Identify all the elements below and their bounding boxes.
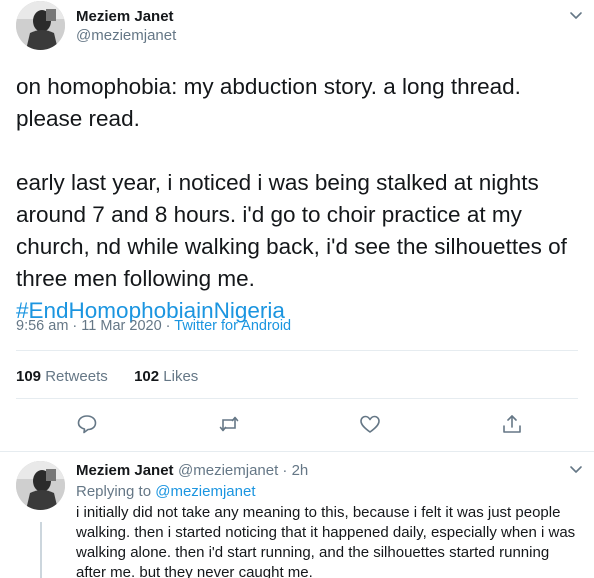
meta-separator: ·	[68, 318, 82, 334]
tweet-text-line	[16, 135, 586, 167]
likes-count: 102	[134, 368, 160, 385]
meta-separator: ·	[161, 318, 175, 334]
replying-prefix: Replying to	[76, 483, 156, 500]
divider	[16, 398, 578, 399]
reply-text: i initially did not take any meaning to …	[76, 503, 586, 578]
retweets-stat[interactable]: 109 Retweets	[16, 368, 108, 385]
author-name[interactable]: Meziem Janet	[76, 462, 174, 479]
reply-text-line: walking alone. then i'd start running, a…	[76, 544, 550, 561]
replying-to: Replying to @meziemjanet	[76, 483, 255, 500]
retweets-count: 109	[16, 368, 42, 385]
tweet-text-line: early last year, i noticed i was being s…	[16, 170, 539, 195]
reply-button[interactable]	[76, 413, 98, 435]
likes-stat[interactable]: 102 Likes	[134, 368, 198, 385]
speech-bubble-icon	[77, 415, 97, 434]
tweet-text-line: on homophobia: my abduction story. a lon…	[16, 74, 521, 99]
engagement-stats: 109 Retweets 102 Likes	[16, 368, 198, 385]
avatar[interactable]	[16, 461, 65, 510]
reply-text-line: i initially did not take any meaning to …	[76, 504, 561, 521]
chevron-down-icon[interactable]	[569, 11, 583, 21]
retweets-label: Retweets	[45, 368, 108, 385]
tweet-text-line: please read.	[16, 106, 140, 131]
thread-line	[40, 522, 42, 578]
tweet-time[interactable]: 9:56 am	[16, 318, 68, 334]
author-handle-time[interactable]: @meziemjanet · 2h	[178, 462, 308, 479]
mention-link[interactable]: @meziemjanet	[155, 483, 255, 500]
avatar[interactable]	[16, 1, 65, 50]
share-upload-icon	[503, 415, 521, 433]
retweet-arrows-icon	[219, 416, 239, 432]
divider	[16, 350, 578, 351]
tweet-text: on homophobia: my abduction story. a lon…	[16, 71, 586, 327]
reply-tweet[interactable]: Meziem Janet @meziemjanet · 2h Replying …	[0, 452, 594, 578]
tweet-source[interactable]: Twitter for Android	[174, 318, 291, 334]
tweet-meta: 9:56 am · 11 Mar 2020 · Twitter for Andr…	[16, 318, 291, 334]
likes-label: Likes	[163, 368, 199, 385]
tweet-text-line: around 7 and 8 hours. i'd go to choir pr…	[16, 202, 522, 227]
author-name[interactable]: Meziem Janet	[76, 8, 174, 25]
tweet-text-line: three men following me.	[16, 266, 255, 291]
avatar-photo-icon	[16, 461, 65, 510]
main-tweet: Meziem Janet @meziemjanet on homophobia:…	[0, 0, 594, 452]
tweet-date[interactable]: 11 Mar 2020	[81, 318, 161, 334]
reply-text-line: after me. but they never caught me.	[76, 564, 313, 578]
share-button[interactable]	[501, 413, 523, 435]
heart-icon	[360, 415, 380, 433]
chevron-down-icon[interactable]	[569, 465, 583, 475]
tweet-text-line: church, nd while walking back, i'd see t…	[16, 234, 567, 259]
avatar-photo-icon	[16, 1, 65, 50]
like-button[interactable]	[359, 413, 381, 435]
reply-text-line: walking. then i started noticing that it…	[76, 524, 576, 541]
author-handle[interactable]: @meziemjanet	[76, 27, 176, 44]
retweet-button[interactable]	[218, 413, 240, 435]
